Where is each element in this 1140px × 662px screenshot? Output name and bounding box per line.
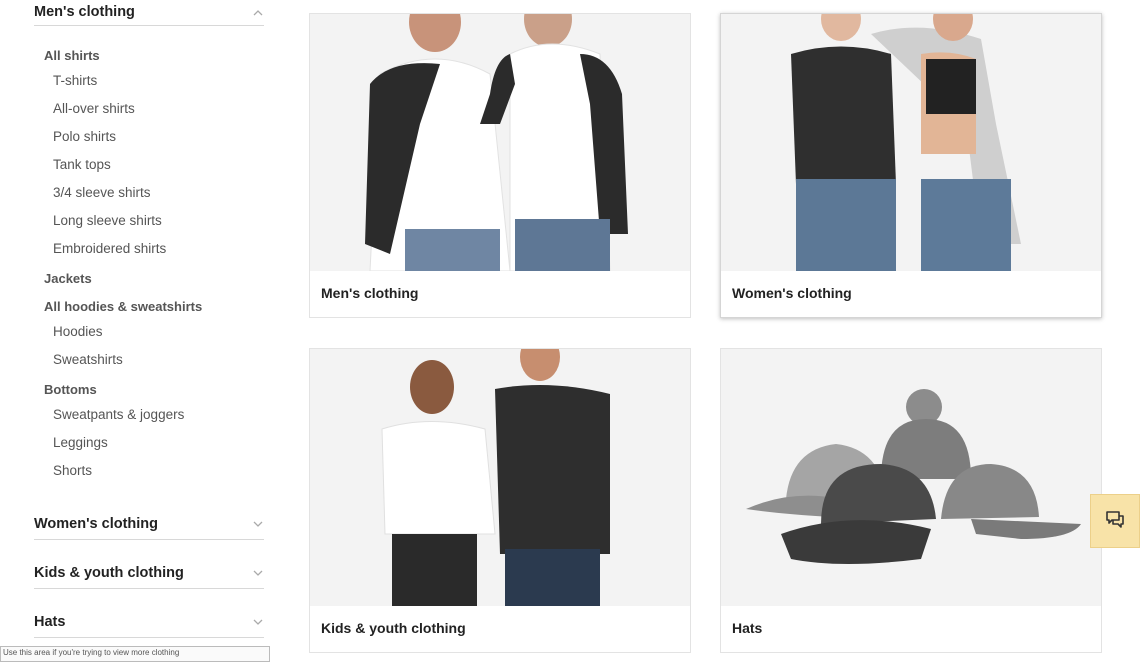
chevron-up-icon [252,9,264,17]
womens-clothing-image [721,14,1101,271]
sidebar-category-womens[interactable]: Women's clothing [34,509,264,540]
chat-icon [1105,509,1125,534]
sidebar-category-label: Kids & youth clothing [34,565,184,581]
subcategory-all-hoodies[interactable]: All hoodies & sweatshirts [44,296,264,318]
subcategory-bottoms[interactable]: Bottoms [44,379,264,401]
category-card-womens[interactable]: Women's clothing [720,13,1102,318]
hats-image [721,349,1101,606]
subcategory-sweatshirts[interactable]: Sweatshirts [44,346,264,374]
sidebar-category-hats[interactable]: Hats [34,607,264,638]
card-label: Men's clothing [321,285,419,301]
sidebar-category-label: Men's clothing [34,4,135,20]
card-label: Women's clothing [732,285,852,301]
category-sidebar: Men's clothing All shirts T-shirts All-o… [34,0,264,638]
subcategory-all-over-shirts[interactable]: All-over shirts [44,95,264,123]
status-tooltip: Use this area if you're trying to view m… [0,646,270,662]
kids-clothing-image [310,349,690,606]
subcategory-tank-tops[interactable]: Tank tops [44,151,264,179]
subcategory-sweatpants[interactable]: Sweatpants & joggers [44,401,264,429]
sidebar-category-kids[interactable]: Kids & youth clothing [34,558,264,589]
subcategory-all-shirts[interactable]: All shirts [44,45,264,67]
sidebar-category-mens[interactable]: Men's clothing [34,0,264,26]
subcategory-three-quarter-sleeve[interactable]: 3/4 sleeve shirts [44,179,264,207]
mens-clothing-image [310,14,690,271]
chevron-down-icon [252,569,264,577]
sidebar-category-label: Hats [34,614,66,630]
subcategory-t-shirts[interactable]: T-shirts [44,67,264,95]
subcategory-leggings[interactable]: Leggings [44,429,264,457]
chat-button[interactable] [1090,494,1140,548]
subcategory-jackets[interactable]: Jackets [44,268,264,290]
category-card-mens[interactable]: Men's clothing [309,13,691,318]
category-card-kids[interactable]: Kids & youth clothing [309,348,691,653]
subcategory-hoodies[interactable]: Hoodies [44,318,264,346]
chevron-down-icon [252,618,264,626]
chevron-down-icon [252,520,264,528]
sidebar-category-label: Women's clothing [34,516,159,532]
subcategory-long-sleeve[interactable]: Long sleeve shirts [44,207,264,235]
subcategory-list: All shirts T-shirts All-over shirts Polo… [34,45,264,485]
card-label: Hats [732,620,763,636]
subcategory-shorts[interactable]: Shorts [44,457,264,485]
subcategory-polo-shirts[interactable]: Polo shirts [44,123,264,151]
card-label: Kids & youth clothing [321,620,466,636]
category-card-hats[interactable]: Hats [720,348,1102,653]
subcategory-embroidered-shirts[interactable]: Embroidered shirts [44,235,264,263]
